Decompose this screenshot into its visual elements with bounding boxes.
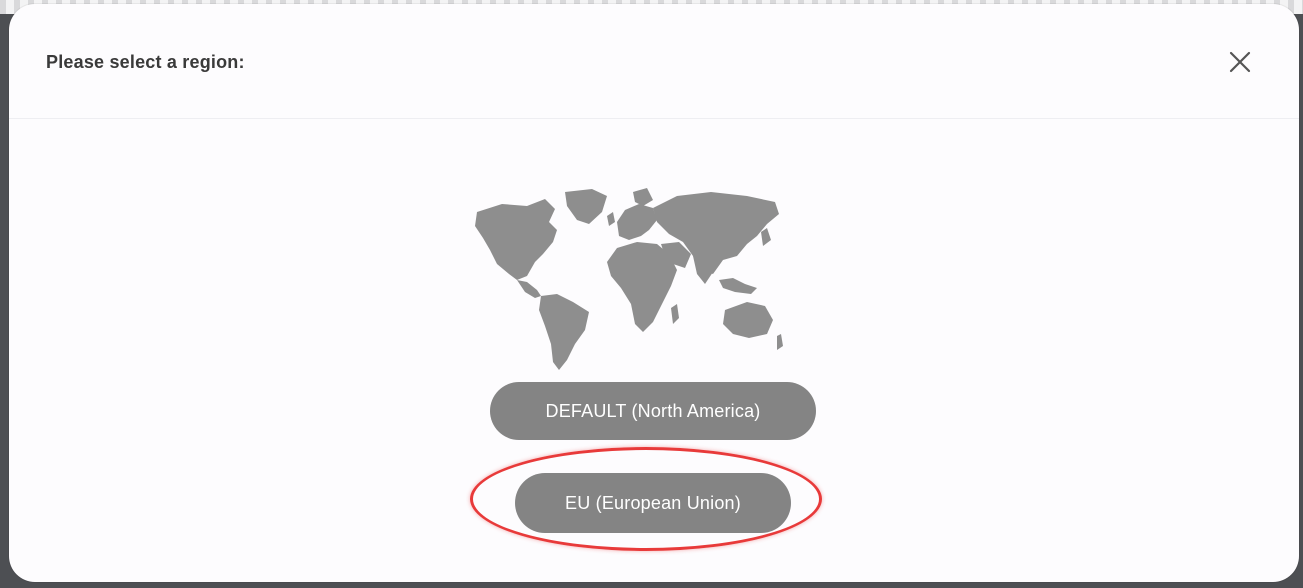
- eu-region-button[interactable]: EU (European Union): [515, 473, 791, 533]
- close-button[interactable]: [1225, 47, 1255, 77]
- world-map-image: [457, 184, 787, 374]
- default-region-button[interactable]: DEFAULT (North America): [490, 382, 816, 440]
- close-icon: [1229, 51, 1251, 73]
- dialog-header: Please select a region:: [9, 4, 1299, 119]
- world-map-icon: [475, 188, 783, 370]
- region-select-dialog: Please select a region: DEFAULT (North A…: [9, 4, 1299, 582]
- dialog-title: Please select a region:: [46, 52, 245, 72]
